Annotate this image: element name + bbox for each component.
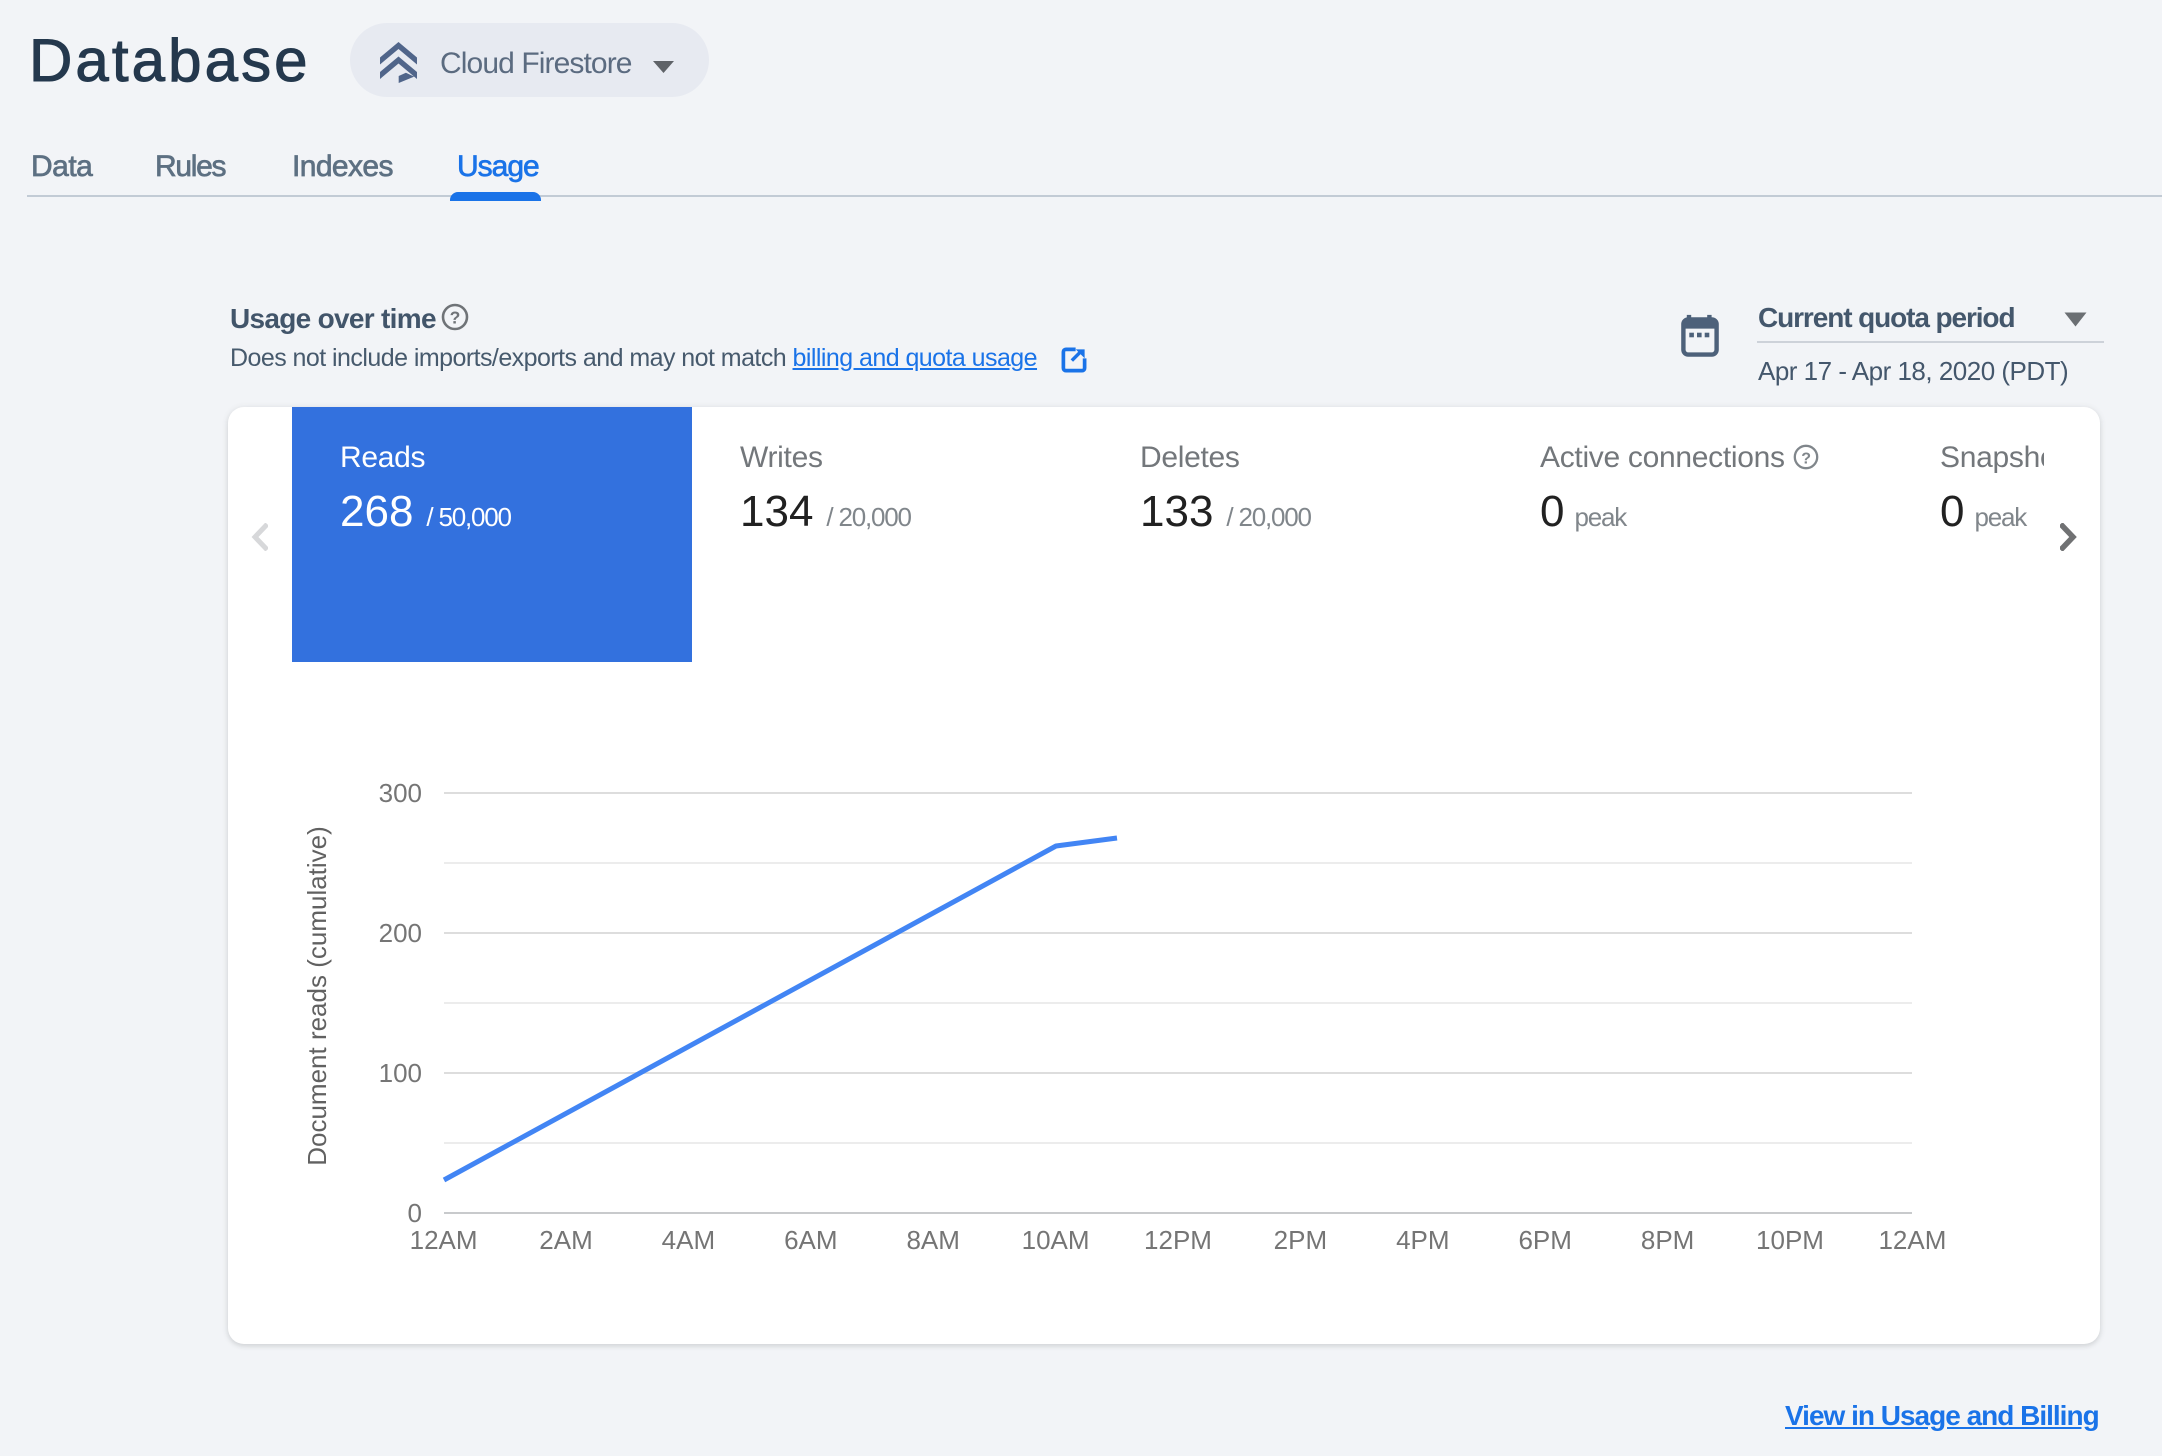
svg-text:8PM: 8PM (1641, 1225, 1694, 1255)
svg-text:6AM: 6AM (784, 1225, 837, 1255)
svg-text:6PM: 6PM (1518, 1225, 1571, 1255)
svg-text:10AM: 10AM (1022, 1225, 1090, 1255)
svg-text:0: 0 (408, 1198, 422, 1228)
svg-text:200: 200 (379, 918, 422, 948)
svg-text:12AM: 12AM (410, 1225, 478, 1255)
svg-text:4AM: 4AM (662, 1225, 715, 1255)
svg-text:12AM: 12AM (1878, 1225, 1946, 1255)
svg-text:Document reads (cumulative): Document reads (cumulative) (302, 826, 332, 1166)
svg-text:12PM: 12PM (1144, 1225, 1212, 1255)
svg-text:4PM: 4PM (1396, 1225, 1449, 1255)
svg-text:8AM: 8AM (906, 1225, 959, 1255)
svg-text:?: ? (1801, 450, 1810, 467)
svg-text:2AM: 2AM (539, 1225, 592, 1255)
svg-text:10PM: 10PM (1756, 1225, 1824, 1255)
svg-text:100: 100 (379, 1058, 422, 1088)
svg-text:?: ? (450, 307, 461, 327)
svg-text:2PM: 2PM (1274, 1225, 1327, 1255)
svg-text:300: 300 (379, 778, 422, 808)
